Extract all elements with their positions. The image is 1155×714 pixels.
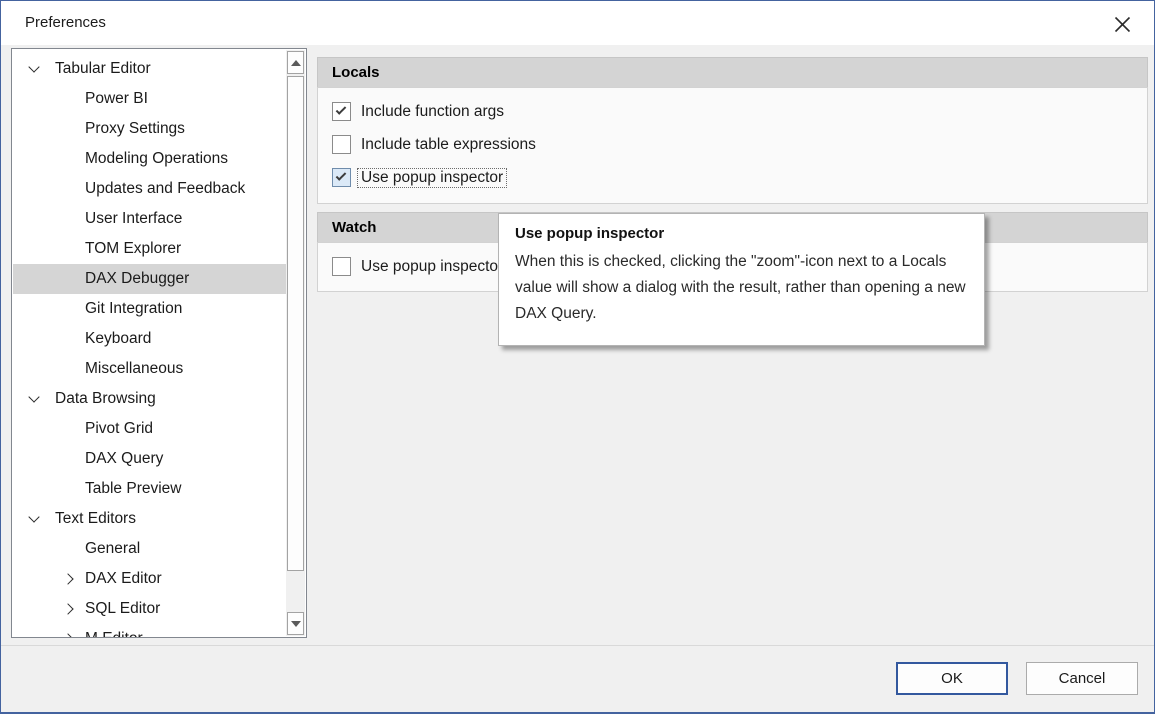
tree-chevron-icon[interactable] [28,391,39,402]
tree-item-label: M Editor [85,630,143,638]
tree-item[interactable]: Tabular Editor [13,54,287,84]
tree-item-label: Git Integration [85,300,182,317]
tree-item-label: Pivot Grid [85,420,153,437]
tree-item[interactable]: Modeling Operations [13,144,287,174]
checkbox-label[interactable]: Use popup inspector [358,258,506,276]
tree-chevron-icon[interactable] [62,603,73,614]
tree-item[interactable]: Updates and Feedback [13,174,287,204]
settings-tree: Tabular Editor Power BI Proxy Settings M… [11,48,307,638]
tree-item-label: DAX Query [85,450,163,467]
tree-item[interactable]: SQL Editor [13,594,287,624]
tree-item-label: TOM Explorer [85,240,181,257]
tree-scrollbar[interactable] [286,50,305,636]
tree-item[interactable]: DAX Editor [13,564,287,594]
tree-item[interactable]: General [13,534,287,564]
tree-item-label: Miscellaneous [85,360,183,377]
tree-item[interactable]: Proxy Settings [13,114,287,144]
tooltip-title: Use popup inspector [515,225,968,242]
scrollbar-thumb[interactable] [287,76,304,571]
footer-divider [1,645,1154,646]
tree-item[interactable]: DAX Query [13,444,287,474]
tree-item-label: Text Editors [55,510,136,527]
triangle-down-icon [291,621,301,627]
tree-item[interactable]: Power BI [13,84,287,114]
tree-item[interactable]: Git Integration [13,294,287,324]
tree-item-label: DAX Editor [85,570,162,587]
tree-item[interactable]: TOM Explorer [13,234,287,264]
tooltip-body: When this is checked, clicking the "zoom… [515,249,967,327]
tree-item-label: Table Preview [85,480,182,497]
tree-item-label: DAX Debugger [85,270,189,287]
tree-rows: Tabular Editor Power BI Proxy Settings M… [13,54,287,638]
tree-chevron-icon[interactable] [28,61,39,72]
section-locals-header: Locals [317,57,1148,87]
tree-item[interactable]: Text Editors [13,504,287,534]
tooltip: Use popup inspector When this is checked… [498,213,985,346]
tree-item-label: Modeling Operations [85,150,228,167]
tree-item-label: Data Browsing [55,390,156,407]
triangle-up-icon [291,60,301,66]
tree-item[interactable]: M Editor [13,624,287,638]
ok-button[interactable]: OK [896,662,1008,695]
tree-item[interactable]: User Interface [13,204,287,234]
tree-item-label: Updates and Feedback [85,180,245,197]
title-bar: Preferences [1,1,1154,45]
checkbox[interactable] [332,135,351,154]
section-locals-body: Include function args Include table expr… [317,87,1148,204]
checkbox-label[interactable]: Include table expressions [358,136,539,154]
checkmark-icon [336,104,347,115]
checkbox-label[interactable]: Use popup inspector [358,169,506,187]
checkbox-label[interactable]: Include function args [358,103,507,121]
checkmark-icon [336,170,347,181]
preferences-dialog: Preferences Tabular Editor Power BI Prox… [0,0,1155,714]
tree-item[interactable]: Table Preview [13,474,287,504]
checkbox[interactable] [332,168,351,187]
tree-chevron-icon[interactable] [28,511,39,522]
checkbox[interactable] [332,257,351,276]
tree-chevron-icon[interactable] [62,633,73,638]
tree-item-label: Proxy Settings [85,120,185,137]
tree-item-label: Power BI [85,90,148,107]
tree-item[interactable]: Data Browsing [13,384,287,414]
cancel-button[interactable]: Cancel [1026,662,1138,695]
checkbox-row: Include function args [332,102,1147,121]
close-button[interactable] [1108,11,1136,37]
close-icon [1114,16,1131,33]
scroll-down-button[interactable] [287,612,304,635]
checkbox[interactable] [332,102,351,121]
window-title: Preferences [25,14,106,31]
section-locals: Locals Include function args Include tab… [317,57,1148,204]
tree-item-label: User Interface [85,210,182,227]
checkbox-row: Use popup inspector [332,168,1147,187]
tree-item-label: General [85,540,140,557]
tree-item-label: SQL Editor [85,600,160,617]
tree-item[interactable]: Miscellaneous [13,354,287,384]
tree-item-label: Tabular Editor [55,60,151,77]
tree-item[interactable]: Pivot Grid [13,414,287,444]
checkbox-row: Include table expressions [332,135,1147,154]
tree-item[interactable]: DAX Debugger [13,264,287,294]
tree-chevron-icon[interactable] [62,573,73,584]
scroll-up-button[interactable] [287,51,304,74]
tree-item-label: Keyboard [85,330,151,347]
tree-item[interactable]: Keyboard [13,324,287,354]
